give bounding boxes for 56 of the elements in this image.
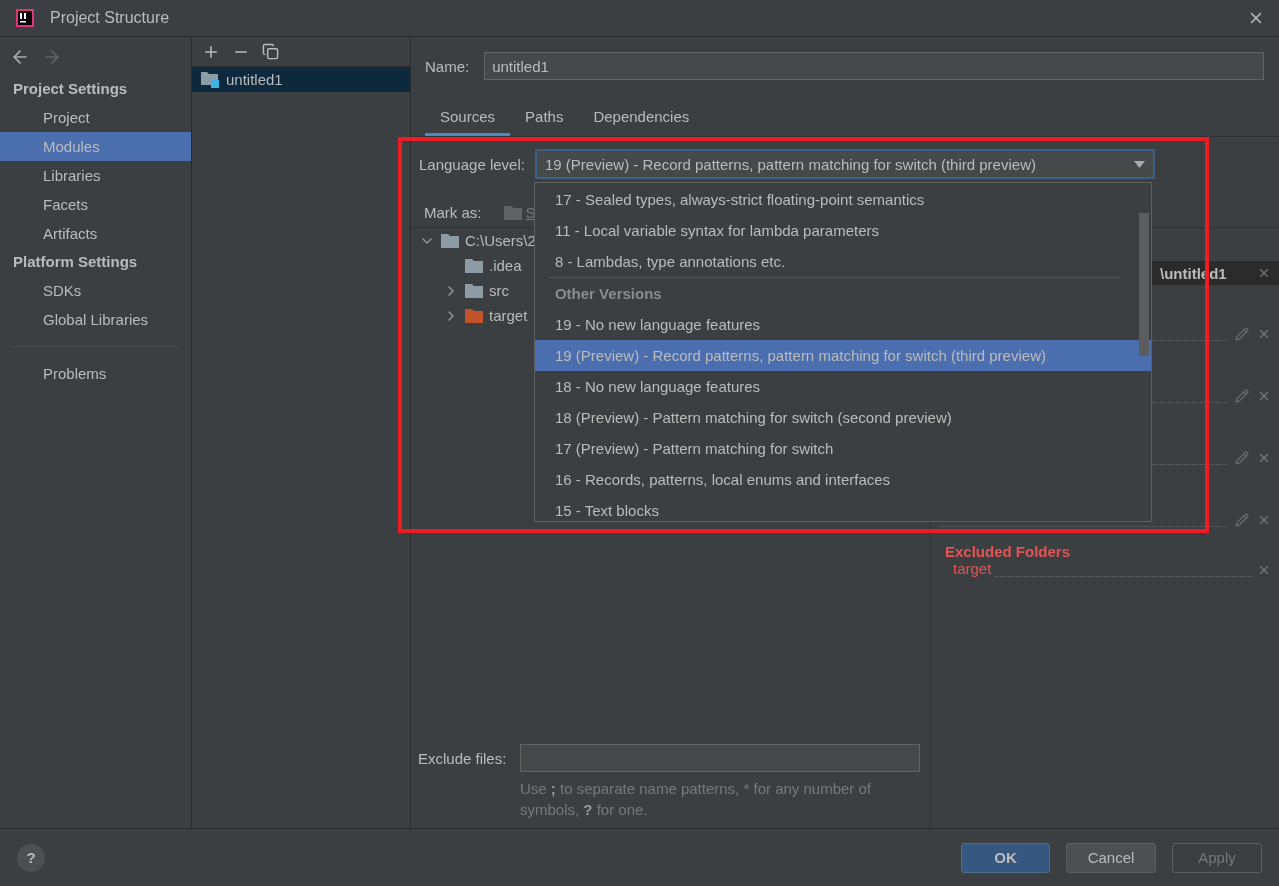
sidebar-item[interactable]: Libraries (0, 161, 191, 190)
module-folder-icon (201, 71, 220, 88)
dropdown-option[interactable]: 17 - Sealed types, always-strict floating-point semantics (534, 184, 1151, 215)
section-heading: Platform Settings (12, 252, 139, 272)
tab[interactable]: Sources (425, 100, 511, 136)
close-icon[interactable] (1257, 451, 1271, 465)
close-icon[interactable] (1257, 327, 1271, 341)
dropdown-option[interactable]: 17 (Preview) - Pattern matching for switch (534, 433, 1151, 464)
tab[interactable]: Paths (510, 100, 579, 136)
edit-icon[interactable] (1235, 513, 1249, 527)
module-item[interactable]: untitled1 (192, 67, 410, 92)
excluded-folders-heading: Excluded Folders (944, 543, 1072, 560)
dropdown-option[interactable]: 11 - Local variable syntax for lambda parameters (534, 215, 1151, 246)
dropdown-option[interactable]: 8 - Lambdas, type annotations etc. (534, 246, 1151, 277)
tree-item[interactable]: C:\Users\2 (465, 232, 536, 249)
excluded-folder: target (953, 560, 992, 577)
sidebar-item[interactable]: Project (0, 103, 191, 132)
help-button[interactable]: ? (17, 843, 45, 872)
edit-icon[interactable] (1235, 389, 1249, 403)
mark-as-label: Mark as: (424, 203, 482, 221)
close-icon[interactable] (1257, 563, 1271, 577)
sidebar-item[interactable]: Facets (0, 190, 191, 219)
dropdown-option[interactable]: 16 - Records, patterns, local enums and interfaces (534, 464, 1151, 495)
close-icon[interactable] (1257, 513, 1271, 527)
copy-icon[interactable] (262, 43, 279, 60)
dropdown-option[interactable]: 15 - Text blocks (534, 495, 1151, 521)
window-title: Project Structure (50, 9, 171, 27)
exclude-files-label: Exclude files: (418, 749, 508, 767)
tree-item[interactable]: .idea (489, 257, 522, 274)
exclude-files-field[interactable] (520, 744, 920, 772)
sidebar-item[interactable]: Global Libraries (0, 305, 191, 334)
language-level-label: Language level: (419, 155, 525, 173)
dialog-button[interactable]: OK (961, 842, 1050, 873)
tree-item[interactable]: src (489, 282, 509, 299)
group-heading: Other Versions (548, 277, 1121, 309)
app-logo-icon (16, 9, 34, 27)
name-field[interactable]: untitled1 (484, 52, 1264, 80)
sidebar-item[interactable]: Problems (0, 359, 191, 388)
edit-icon[interactable] (1235, 451, 1249, 465)
close-icon[interactable] (1257, 389, 1271, 403)
tree-item[interactable]: target (489, 307, 528, 324)
hint-text: Use ; to separate name patterns, * for any number of symbols, ? for one. (520, 779, 873, 820)
close-icon[interactable] (1257, 266, 1271, 280)
dropdown-option[interactable]: 18 (Preview) - Pattern matching for switch (second preview) (534, 402, 1151, 433)
sidebar-item[interactable]: Artifacts (0, 219, 191, 248)
section-heading: Project Settings (12, 79, 129, 99)
sidebar-item[interactable]: SDKs (0, 276, 191, 305)
edit-icon[interactable] (1235, 327, 1249, 341)
dropdown-option[interactable]: 19 - No new language features (534, 309, 1151, 340)
folder-icon (503, 204, 522, 220)
name-label: Name: (425, 57, 470, 75)
scrollbar-thumb[interactable] (1138, 213, 1149, 356)
dialog-button[interactable]: Cancel (1066, 842, 1156, 873)
tab[interactable]: Dependencies (578, 100, 705, 136)
dropdown-caret-icon (1134, 160, 1145, 168)
dropdown-option[interactable]: 18 - No new language features (534, 371, 1151, 402)
